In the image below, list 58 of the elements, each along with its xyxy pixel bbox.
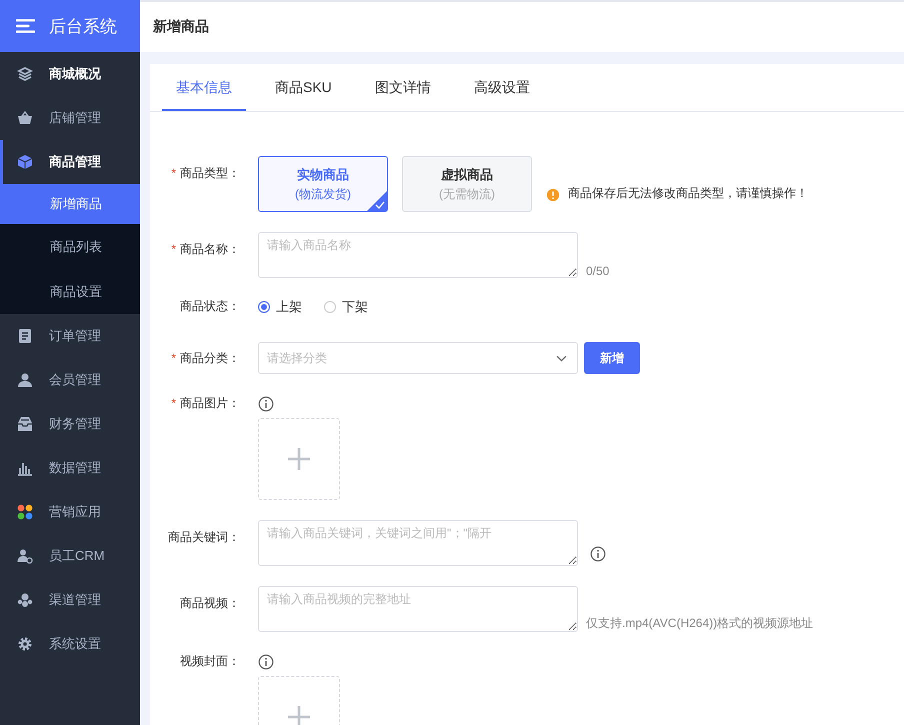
nav-item[interactable]: 系统设置: [0, 622, 140, 666]
info-icon[interactable]: [590, 546, 606, 562]
nav-item[interactable]: 订单管理: [0, 314, 140, 358]
field-label: 商品关键词：: [167, 529, 240, 546]
info-icon[interactable]: [258, 396, 274, 412]
radio-option[interactable]: 下架: [324, 298, 368, 316]
settings-icon: [17, 636, 33, 652]
layers-icon: [17, 66, 33, 82]
warning-icon: [546, 188, 560, 202]
document-icon: [17, 328, 33, 344]
inbox-icon: [17, 416, 33, 432]
field-label: 商品状态：: [179, 298, 240, 315]
bar-chart-icon: [17, 460, 33, 476]
field-label: * 商品分类：: [170, 350, 240, 367]
network-icon: [17, 592, 33, 608]
type-option-card[interactable]: 虚拟商品 (无需物流): [402, 156, 532, 212]
check-corner-icon: [367, 191, 387, 211]
four-dots-icon: [17, 504, 33, 520]
field-label: 商品视频：: [179, 595, 240, 612]
nav-item[interactable]: 会员管理: [0, 358, 140, 402]
text-area[interactable]: 请输入商品名称: [258, 232, 578, 278]
submenu-item[interactable]: 商品列表: [0, 224, 140, 269]
radio-option[interactable]: 上架: [258, 298, 302, 316]
nav-item[interactable]: 数据管理: [0, 446, 140, 490]
nav-item[interactable]: 店铺管理: [0, 96, 140, 140]
nav-item[interactable]: 渠道管理: [0, 578, 140, 622]
field-label: * 商品类型：: [170, 165, 240, 182]
person-icon: [17, 372, 33, 388]
nav-item[interactable]: 财务管理: [0, 402, 140, 446]
info-icon[interactable]: [258, 654, 274, 670]
field-label: 视频封面：: [179, 653, 240, 670]
chevron-down-icon: [556, 354, 567, 362]
tab[interactable]: 高级设置: [460, 64, 544, 111]
nav-item[interactable]: 商城概况: [0, 52, 140, 96]
nav-item[interactable]: 员工CRM: [0, 534, 140, 578]
hint-text: 仅支持.mp4(AVC(H264))格式的视频源地址: [586, 615, 814, 632]
add-button[interactable]: 新增: [584, 342, 640, 374]
cube-icon: [17, 154, 33, 170]
nav-item[interactable]: 营销应用: [0, 490, 140, 534]
basket-icon: [17, 110, 33, 126]
page-title: 新增商品: [153, 18, 209, 36]
tab[interactable]: 基本信息: [162, 64, 246, 111]
text-area[interactable]: 请输入商品关键词，关键词之间用"；"隔开: [258, 520, 578, 566]
tab[interactable]: 商品SKU: [261, 64, 346, 111]
menu-icon[interactable]: [16, 18, 35, 34]
tab[interactable]: 图文详情: [360, 64, 445, 111]
brand-title: 后台系统: [49, 16, 117, 38]
field-label: * 商品名称：: [170, 241, 240, 258]
field-label: * 商品图片：: [170, 395, 240, 412]
type-option-card[interactable]: 实物商品 (物流发货): [258, 156, 388, 212]
char-counter: 0/50: [586, 264, 610, 278]
text-area[interactable]: 请输入商品视频的完整地址: [258, 586, 578, 632]
plus-icon: [287, 705, 311, 725]
submenu-item[interactable]: 商品设置: [0, 269, 140, 314]
warning-text: 商品保存后无法修改商品类型，请谨慎操作！: [568, 185, 808, 202]
people-icon: [17, 548, 33, 564]
plus-icon: [287, 447, 311, 471]
submenu-item[interactable]: 新增商品: [0, 184, 140, 224]
